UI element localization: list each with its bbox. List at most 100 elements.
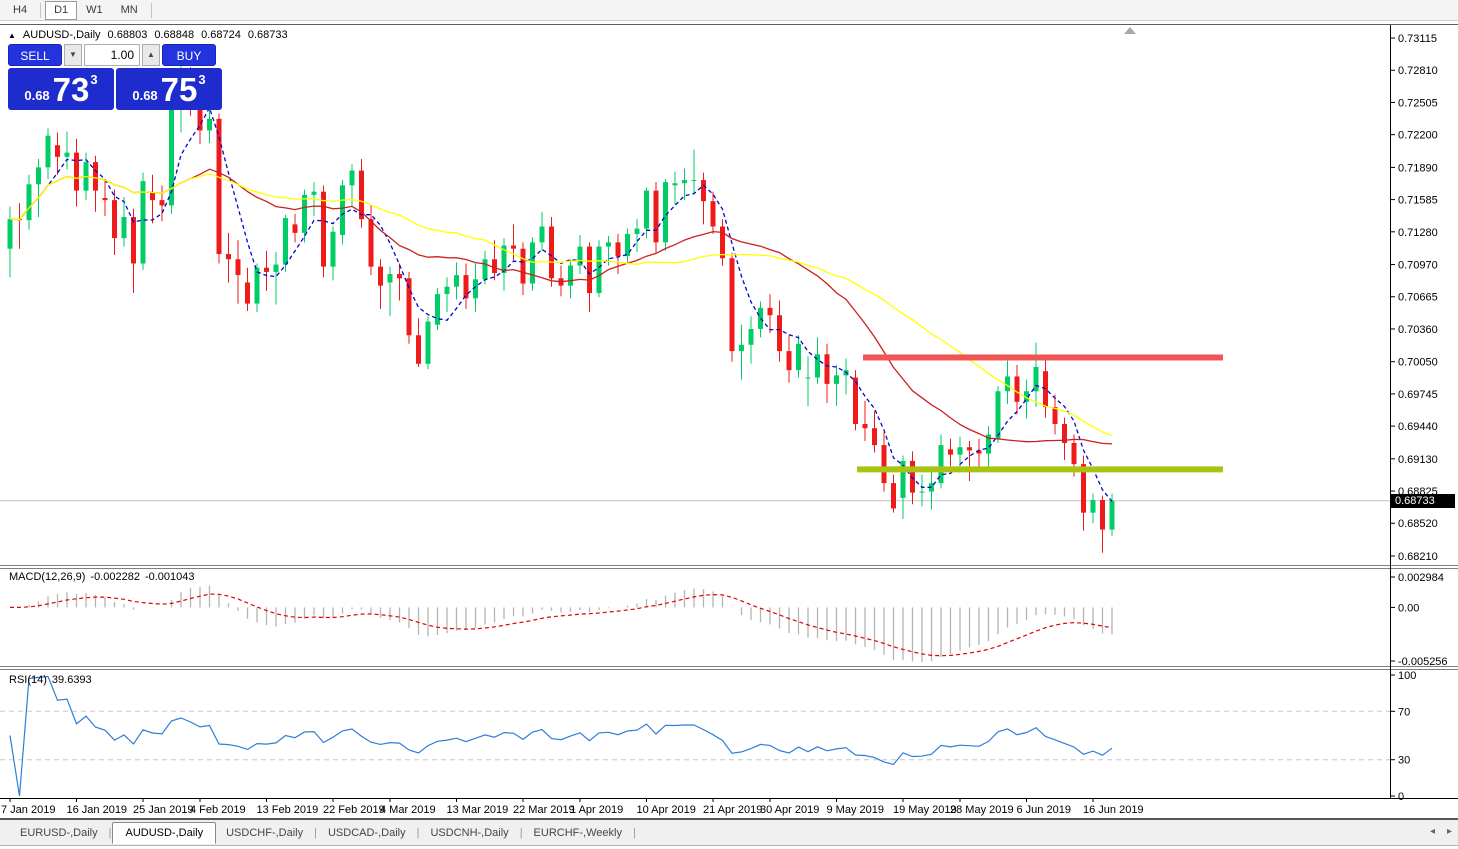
svg-text:13 Mar 2019: 13 Mar 2019 [447,804,509,816]
resistance-line[interactable] [863,354,1223,360]
tab-usdcad-daily[interactable]: USDCAD-,Daily [318,823,416,843]
tab-scroll-left-icon[interactable]: ◂ [1430,826,1435,837]
svg-text:0.70360: 0.70360 [1398,324,1438,336]
tab-separator: | [109,827,112,839]
tab-audusd-daily[interactable]: AUDUSD-,Daily [112,822,216,844]
svg-text:0.70050: 0.70050 [1398,357,1438,369]
macd-main-value: -0.002282 [90,571,140,583]
ohlc-high: 0.68848 [154,29,194,41]
svg-text:0.71585: 0.71585 [1398,195,1438,207]
buy-price-display[interactable]: 0.68 75 3 [116,68,222,110]
ma-line-34 [10,174,1112,436]
svg-text:16 Jun 2019: 16 Jun 2019 [1083,804,1144,816]
svg-text:22 Mar 2019: 22 Mar 2019 [513,804,575,816]
svg-text:0.70665: 0.70665 [1398,292,1438,304]
svg-text:0.69745: 0.69745 [1398,389,1438,401]
svg-text:6 Jun 2019: 6 Jun 2019 [1017,804,1071,816]
symbol-name: AUDUSD-,Daily [23,29,101,41]
sell-price-sup: 3 [90,72,97,87]
volume-input[interactable] [84,44,140,66]
svg-text:0.68520: 0.68520 [1398,518,1438,530]
svg-text:0.69130: 0.69130 [1398,454,1438,466]
svg-text:0.71890: 0.71890 [1398,162,1438,174]
sell-button[interactable]: SELL [8,44,62,66]
rsi-line [10,677,1112,797]
svg-text:21 Apr 2019: 21 Apr 2019 [703,804,762,816]
ohlc-low: 0.68724 [201,29,241,41]
tab-usdchf-daily[interactable]: USDCHF-,Daily [216,823,313,843]
svg-text:0.71280: 0.71280 [1398,227,1438,239]
svg-text:0.00: 0.00 [1398,602,1419,614]
ma-line-20 [10,169,1112,444]
buy-button[interactable]: BUY [162,44,216,66]
candles-layer [8,54,1115,552]
current-price-label: 0.68733 [1391,494,1455,508]
svg-text:0.72200: 0.72200 [1398,130,1438,142]
svg-text:9 May 2019: 9 May 2019 [827,804,884,816]
rsi-levels [0,711,1390,759]
svg-text:-0.005256: -0.005256 [1398,656,1448,668]
mt4-chart-window: H4D1W1MN 0.731150.728100.725050.722000.7… [0,0,1458,849]
macd-histogram [10,586,1112,662]
price-axis: 0.73115 0.72810 0.72505 0.72200 0.71890 0.715… [1390,33,1438,563]
macd-signal-value: -0.001043 [145,571,195,583]
tab-separator: | [633,827,636,839]
svg-text:0: 0 [1398,791,1404,803]
tab-separator: | [417,827,420,839]
tab-separator: | [314,827,317,839]
svg-text:22 Feb 2019: 22 Feb 2019 [323,804,385,816]
support-line[interactable] [857,466,1223,472]
rsi-value: 39.6393 [52,674,92,686]
rsi-axis: 100 70 30 0 [1390,670,1416,803]
ohlc-open: 0.68803 [108,29,148,41]
buy-price-small: 0.68 [132,88,157,110]
svg-text:0.002984: 0.002984 [1398,572,1444,584]
svg-text:30: 30 [1398,755,1410,767]
sell-price-small: 0.68 [24,88,49,110]
svg-text:7 Jan 2019: 7 Jan 2019 [1,804,55,816]
ma-line-5 [10,108,1112,502]
symbol-triangle-icon: ▲ [8,31,16,40]
svg-text:16 Jan 2019: 16 Jan 2019 [67,804,128,816]
date-axis: 7 Jan 2019 16 Jan 2019 25 Jan 20194 Feb 20… [1,798,1144,816]
volume-increase-button[interactable]: ▲ [142,44,160,66]
svg-text:0.72505: 0.72505 [1398,97,1438,109]
svg-text:30 Apr 2019: 30 Apr 2019 [760,804,819,816]
price-chart[interactable]: 0.73115 0.72810 0.72505 0.72200 0.71890 0.715… [0,0,1458,849]
svg-text:0.70970: 0.70970 [1398,260,1438,272]
svg-text:25 Jan 2019: 25 Jan 2019 [133,804,194,816]
svg-text:19 May 2019: 19 May 2019 [893,804,957,816]
svg-text:28 May 2019: 28 May 2019 [950,804,1014,816]
one-click-trading-panel: SELL ▼ ▲ BUY 0.68 73 3 0.68 75 3 [8,44,222,110]
macd-label: MACD(12,26,9) -0.002282 -0.001043 [9,571,195,583]
chart-tab-bar: EURUSD-,Daily|AUDUSD-,DailyUSDCHF-,Daily… [0,820,1458,846]
tab-usdcnh-daily[interactable]: USDCNH-,Daily [420,823,518,843]
svg-text:0.69440: 0.69440 [1398,421,1438,433]
buy-price-sup: 3 [198,72,205,87]
buy-price-big: 75 [161,70,198,110]
svg-text:4 Mar 2019: 4 Mar 2019 [380,804,436,816]
svg-text:4 Feb 2019: 4 Feb 2019 [190,804,246,816]
svg-text:0.73115: 0.73115 [1398,33,1437,45]
macd-signal-line [10,594,1112,656]
svg-text:0.72810: 0.72810 [1398,65,1438,77]
tab-eurchf-weekly[interactable]: EURCHF-,Weekly [524,823,632,843]
ohlc-close: 0.68733 [248,29,288,41]
svg-text:10 Apr 2019: 10 Apr 2019 [637,804,696,816]
svg-text:13 Feb 2019: 13 Feb 2019 [257,804,319,816]
tab-separator: | [520,827,523,839]
sell-price-display[interactable]: 0.68 73 3 [8,68,114,110]
svg-text:1 Apr 2019: 1 Apr 2019 [570,804,623,816]
svg-text:100: 100 [1398,670,1416,682]
tab-eurusd-daily[interactable]: EURUSD-,Daily [10,823,108,843]
macd-name: MACD(12,26,9) [9,571,85,583]
tab-scroll-right-icon[interactable]: ▸ [1447,826,1452,837]
chart-ohlc-label: ▲ AUDUSD-,Daily 0.68803 0.68848 0.68724 … [8,29,288,41]
volume-decrease-button[interactable]: ▼ [64,44,82,66]
rsi-name: RSI(14) [9,674,47,686]
svg-text:0.68210: 0.68210 [1398,551,1438,563]
rsi-label: RSI(14) 39.6393 [9,674,92,686]
chart-shift-marker-icon[interactable] [1124,27,1136,34]
sell-price-big: 73 [53,70,90,110]
svg-text:70: 70 [1398,706,1410,718]
